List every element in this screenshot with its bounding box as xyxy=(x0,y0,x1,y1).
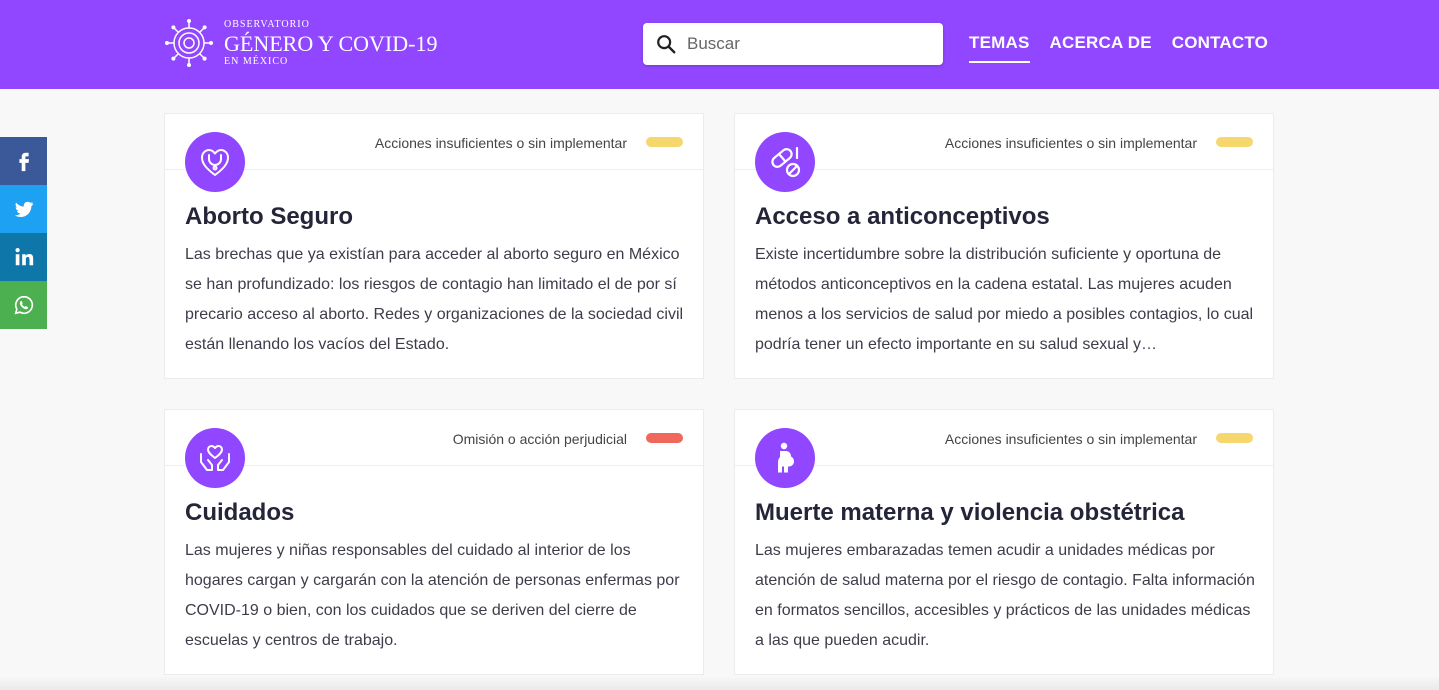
status-indicator xyxy=(1216,137,1253,147)
nav-contacto[interactable]: CONTACTO xyxy=(1172,33,1268,63)
pills-icon xyxy=(771,146,801,178)
card-description: Las mujeres embarazadas temen acudir a u… xyxy=(755,542,1255,649)
logo-top-text: OBSERVATORIO xyxy=(224,18,310,30)
main-nav: TEMAS ACERCA DE CONTACTO xyxy=(969,33,1288,63)
status-label: Omisión o acción perjudicial xyxy=(452,431,627,447)
topic-icon-badge xyxy=(755,428,815,488)
topic-card-cuidados[interactable]: Omisión o acción perjudicial Cuidados La… xyxy=(164,409,704,675)
facebook-share-button[interactable] xyxy=(0,137,47,185)
virus-logo-icon xyxy=(165,19,213,67)
topic-icon-badge xyxy=(185,428,245,488)
status-label: Acciones insuficientes o sin implementar xyxy=(944,431,1197,447)
card-description: Existe incertidumbre sobre la distribuci… xyxy=(755,246,1254,353)
card-title[interactable]: Acceso a anticonceptivos xyxy=(755,203,1050,231)
logo-main-text: GÉNERO Y COVID-19 xyxy=(224,30,438,56)
hands-heart-icon xyxy=(200,445,230,471)
card-title[interactable]: Cuidados xyxy=(185,499,294,527)
card-description: Las brechas que ya existían para acceder… xyxy=(185,246,684,353)
search-icon xyxy=(657,35,676,54)
site-logo[interactable]: OBSERVATORIO GÉNERO Y COVID-19 EN MÉXICO xyxy=(164,17,437,69)
logo-text: OBSERVATORIO GÉNERO Y COVID-19 EN MÉXICO xyxy=(224,18,438,67)
facebook-icon xyxy=(18,152,29,172)
pregnant-woman-icon xyxy=(778,442,794,473)
topic-card-aborto-seguro[interactable]: Acciones insuficientes o sin implementar… xyxy=(164,113,704,379)
twitter-icon xyxy=(14,201,33,217)
topic-card-anticonceptivos[interactable]: Acciones insuficientes o sin implementar… xyxy=(734,113,1274,379)
card-title[interactable]: Muerte materna y violencia obstétrica xyxy=(755,499,1185,527)
topic-icon-badge xyxy=(185,132,245,192)
card-title[interactable]: Aborto Seguro xyxy=(185,203,353,231)
heart-stethoscope-icon xyxy=(201,149,229,176)
search-box xyxy=(643,23,943,65)
status-indicator xyxy=(1216,433,1253,443)
twitter-share-button[interactable] xyxy=(0,185,47,233)
whatsapp-share-button[interactable] xyxy=(0,281,47,329)
social-share-bar xyxy=(0,137,47,329)
status-indicator xyxy=(646,137,683,147)
bottom-shadow xyxy=(0,676,1439,690)
whatsapp-icon xyxy=(14,295,33,315)
search-input[interactable] xyxy=(687,34,927,54)
nav-temas[interactable]: TEMAS xyxy=(969,33,1030,63)
status-label: Acciones insuficientes o sin implementar xyxy=(944,135,1197,151)
nav-acerca-de[interactable]: ACERCA DE xyxy=(1050,33,1152,63)
linkedin-icon xyxy=(14,248,33,266)
status-indicator xyxy=(646,433,683,443)
status-label: Acciones insuficientes o sin implementar xyxy=(374,135,627,151)
topic-icon-badge xyxy=(755,132,815,192)
logo-bottom-text: EN MÉXICO xyxy=(224,55,289,67)
topic-card-muerte-materna[interactable]: Acciones insuficientes o sin implementar… xyxy=(734,409,1274,675)
card-description: Las mujeres y niñas responsables del cui… xyxy=(185,542,680,649)
site-header: OBSERVATORIO GÉNERO Y COVID-19 EN MÉXICO… xyxy=(0,0,1439,89)
linkedin-share-button[interactable] xyxy=(0,233,47,281)
